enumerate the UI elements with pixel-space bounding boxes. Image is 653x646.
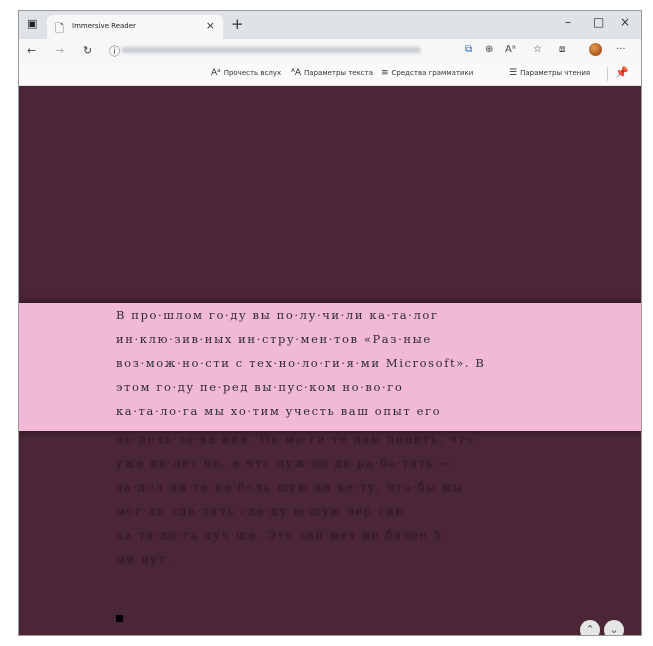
close-window-button[interactable]: ×: [620, 15, 630, 29]
read-aloud-button[interactable]: Aᵃ Прочесть вслух: [211, 68, 281, 78]
forward-icon[interactable]: →: [55, 44, 64, 57]
tab-close-icon[interactable]: ×: [206, 19, 215, 32]
page-icon: 🗋: [55, 22, 64, 35]
grammar-tools-button[interactable]: ≡ Средства грамматики: [381, 68, 473, 78]
grammar-tools-label: Средства грамматики: [391, 69, 474, 77]
reading-preferences-label: Параметры чтения: [520, 69, 591, 77]
scroll-up-button[interactable]: ⌃: [580, 620, 600, 635]
text-preferences-label: Параметры текста: [304, 69, 374, 77]
zoom-icon[interactable]: ⊕: [485, 44, 493, 55]
grammar-icon: ≡: [381, 68, 389, 78]
text-size-icon: ᴬA: [291, 68, 302, 78]
dimmed-line: ис·поль·зо·ва·ния. По·мо·ги·те нам понят…: [116, 432, 475, 446]
dimmed-line: ка·та·ло·га луч·ше. Это зай·мет не более…: [116, 528, 443, 542]
title-bar: ▣ 🗋 Immersive Reader × + – □ ×: [19, 11, 641, 39]
dimmed-line: мог·ли сде·лать сле·ду·ю·щую вер·сию: [116, 504, 408, 518]
highlighted-line: В про·шлом го·ду вы по·лу·чи·ли ка·та·ло…: [116, 308, 439, 322]
navigation-bar: ← → ↻ ⓘ ⧉ ⊕ Aᵃ ☆ ⧈ ···: [19, 39, 641, 63]
refresh-icon[interactable]: ↻: [83, 44, 92, 57]
toolbar-divider: [607, 67, 608, 81]
dimmed-line: уже по·лез·но, а что нуж·но до·ра·бо·тат…: [116, 456, 453, 470]
minimize-button[interactable]: –: [565, 15, 571, 29]
dimmed-line: ми·нут.: [116, 552, 172, 566]
profile-avatar[interactable]: [589, 43, 602, 56]
scroll-down-button[interactable]: ⌄: [604, 620, 624, 635]
dimmed-line: за·пол·ни·те не·боль·шую ан·ке·ту, что·б…: [116, 480, 464, 494]
back-icon[interactable]: ←: [27, 44, 36, 57]
browser-window: ▣ 🗋 Immersive Reader × + – □ × ← → ↻ ⓘ ⧉…: [18, 10, 642, 636]
read-aloud-icon: Aᵃ: [211, 68, 221, 78]
maximize-button[interactable]: □: [593, 15, 604, 29]
address-bar[interactable]: ⓘ: [109, 43, 439, 58]
highlighted-line: ка·та·ло·га мы хо·тим учесть ваш опыт ег…: [116, 404, 442, 418]
site-info-icon[interactable]: ⓘ: [109, 43, 120, 59]
more-icon[interactable]: ···: [616, 44, 626, 55]
url-text-blurred: [121, 47, 421, 53]
read-aloud-label: Прочесть вслух: [223, 69, 282, 77]
read-aloud-icon[interactable]: Aᵃ: [505, 44, 516, 55]
reading-prefs-icon: ☰: [509, 68, 518, 78]
tab-actions-icon[interactable]: ▣: [27, 17, 37, 30]
highlighted-line: ин·клю·зив·ных ин·стру·мен·тов «Раз·ные: [116, 332, 432, 346]
favorites-icon[interactable]: ☆: [533, 44, 542, 55]
immersive-reader-toolbar: Aᵃ Прочесть вслух ᴬA Параметры текста ≡ Сре…: [19, 63, 641, 86]
highlighted-line: этом го·ду пе·ред вы·пус·ком но·во·го: [116, 380, 404, 394]
immersive-reader-icon[interactable]: ⧉: [465, 44, 472, 55]
reading-preferences-button[interactable]: ☰ Параметры чтения: [509, 68, 590, 78]
pin-icon[interactable]: 📌: [615, 66, 629, 79]
new-tab-button[interactable]: +: [231, 15, 244, 33]
tab-immersive-reader[interactable]: 🗋 Immersive Reader ×: [47, 15, 223, 39]
tab-title: Immersive Reader: [72, 22, 136, 30]
highlighted-line: воз·мож·но·сти с тех·но·ло·ги·я·ми Micro…: [116, 356, 486, 370]
collections-icon[interactable]: ⧈: [559, 44, 565, 55]
text-cursor-marker: [116, 615, 123, 622]
text-preferences-button[interactable]: ᴬA Параметры текста: [291, 68, 373, 78]
